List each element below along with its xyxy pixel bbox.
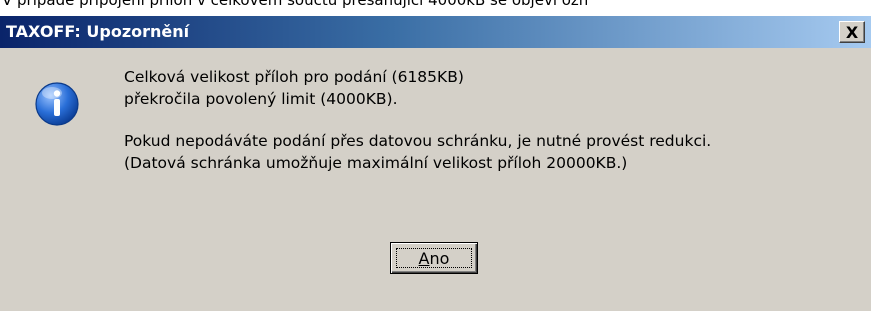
message-text: Celková velikost příloh pro podání (6185… (124, 66, 711, 174)
message-paragraph-1: Celková velikost příloh pro podání (6185… (124, 66, 711, 110)
focus-rectangle (396, 248, 472, 268)
close-icon: X (845, 22, 859, 42)
info-icon (35, 82, 79, 126)
message-line: Pokud nepodáváte podání přes datovou sch… (124, 132, 712, 150)
message-line: překročila povolený limit (4000KB). (124, 90, 398, 108)
alert-dialog: TAXOFF: Upozornění X Celková velikost př… (0, 16, 871, 311)
ano-button[interactable]: Ano (390, 242, 478, 274)
background-document-text: V případě připojení příloh v celkovém so… (2, 0, 589, 9)
message-paragraph-2: Pokud nepodáváte podání přes datovou sch… (124, 130, 711, 174)
message-line: (Datová schránka umožňuje maximální veli… (124, 154, 628, 172)
dialog-title: TAXOFF: Upozornění (6, 22, 190, 41)
message-line: Celková velikost příloh pro podání (6185… (124, 68, 464, 86)
title-bar[interactable]: TAXOFF: Upozornění X (0, 16, 871, 48)
close-button[interactable]: X (839, 21, 865, 43)
